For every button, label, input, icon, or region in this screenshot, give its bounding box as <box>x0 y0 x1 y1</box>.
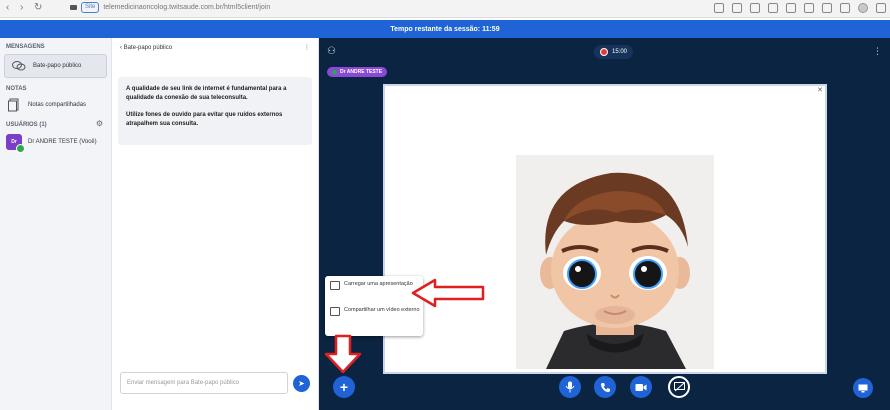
extension-icon[interactable] <box>840 3 850 13</box>
video-icon <box>330 307 340 316</box>
avatar-initials: Dr <box>11 139 17 145</box>
sidebar: MENSAGENS Bate-papo público NOTAS Notas … <box>0 38 112 410</box>
presenter-tag: Dr ANDRE TESTE <box>327 67 388 77</box>
chat-info-line: A qualidade de seu link de internet é fu… <box>126 86 287 101</box>
chat-title: Bate-papo público <box>123 44 173 51</box>
extension-icon[interactable] <box>750 3 760 13</box>
microphone-button[interactable] <box>559 376 581 398</box>
menu-item-share-video[interactable]: Compartilhar um vídeo externo <box>330 306 420 316</box>
sidebar-item-shared-notes[interactable]: Notas compartilhadas <box>0 94 111 116</box>
actions-menu: Carregar uma apresentação Compartilhar u… <box>325 276 423 336</box>
monitor-icon <box>858 384 868 392</box>
send-icon: ➤ <box>298 379 305 388</box>
extension-icon[interactable] <box>786 3 796 13</box>
chat-message-input[interactable]: Enviar mensagem para Bate-papo público <box>120 372 288 394</box>
address-bar[interactable]: Site telemedicinaoncolog.twitsaude.com.b… <box>70 2 270 13</box>
extension-icon[interactable] <box>768 3 778 13</box>
presence-indicator <box>332 69 337 75</box>
screen-share-button[interactable] <box>668 376 690 398</box>
record-icon <box>600 48 608 56</box>
notes-section-title: NOTAS <box>6 86 27 92</box>
cartoon-avatar-image <box>516 155 714 369</box>
screen-share-off-icon <box>673 382 685 392</box>
extension-icon[interactable] <box>732 3 742 13</box>
gear-icon[interactable]: ⚙ <box>96 119 103 128</box>
chat-header: ‹ Bate-papo público ⋮ <box>112 38 318 57</box>
back-icon[interactable]: ‹ <box>6 2 9 13</box>
url-text[interactable]: telemedicinaoncolog.twitsaude.com.br/htm… <box>103 4 270 11</box>
users-section-header: USUÁRIOS (1) ⚙ <box>0 116 111 130</box>
messages-section-title: MENSAGENS <box>6 44 45 50</box>
sidebar-item-label: Bate-papo público <box>33 63 82 69</box>
close-icon[interactable]: ✕ <box>817 86 823 94</box>
presentation-stage: ✕ <box>383 84 827 374</box>
recording-timer[interactable]: 15:00 <box>594 45 634 59</box>
presenter-name: Dr ANDRE TESTE <box>340 69 383 75</box>
session-timer-banner: Tempo restante da sessão: 11:59 <box>0 20 890 38</box>
browser-toolbar: ‹ › ↻ Site telemedicinaoncolog.twitsaude… <box>0 0 890 18</box>
chat-welcome-message: A qualidade de seu link de internet é fu… <box>118 77 312 145</box>
sidebar-item-public-chat[interactable]: Bate-papo público <box>4 54 107 78</box>
phone-button[interactable] <box>594 376 616 398</box>
actions-plus-button[interactable]: + <box>333 376 355 398</box>
menu-item-label: Carregar uma apresentação <box>344 281 413 287</box>
microphone-icon <box>565 381 575 393</box>
send-button[interactable]: ➤ <box>293 375 310 392</box>
avatar: Dr <box>6 134 25 153</box>
chat-info-line: Utilize fones de ouvido para evitar que … <box>126 112 283 127</box>
annotation-arrow-left <box>411 278 485 308</box>
extension-icons <box>714 3 886 13</box>
user-name: Dr ANDRE TESTE (Você) <box>28 139 97 145</box>
presence-indicator <box>16 144 25 153</box>
plus-icon: + <box>339 379 349 395</box>
profile-icon[interactable] <box>858 3 868 13</box>
video-camera-icon <box>635 383 647 391</box>
chat-bubbles-icon <box>11 59 27 73</box>
phone-icon <box>600 382 610 392</box>
extension-icon[interactable] <box>804 3 814 13</box>
presentation-toggle-button[interactable] <box>853 378 873 398</box>
camera-icon <box>70 5 77 10</box>
menu-item-upload-presentation[interactable]: Carregar uma apresentação <box>330 280 420 290</box>
chevron-left-icon: ‹ <box>120 44 122 51</box>
extension-icon[interactable] <box>822 3 832 13</box>
presentation-icon <box>330 281 340 290</box>
more-options-icon[interactable]: ⋮ <box>873 46 882 57</box>
users-toggle-icon[interactable]: ⚇ <box>327 46 336 57</box>
chat-options-icon[interactable]: ⋮ <box>304 44 310 51</box>
meeting-area: ⚇ 15:00 ⋮ Dr ANDRE TESTE ✕ Carregar uma … <box>319 38 890 410</box>
extension-icon[interactable] <box>714 3 724 13</box>
menu-item-label: Compartilhar um vídeo externo <box>344 307 420 313</box>
annotation-arrow-down <box>324 334 362 374</box>
secure-badge: Site <box>81 2 100 13</box>
chat-panel: ‹ Bate-papo público ⋮ A qualidade de seu… <box>112 38 319 410</box>
forward-icon[interactable]: › <box>20 2 23 13</box>
timer-text: 15:00 <box>612 49 628 55</box>
notes-icon <box>6 98 22 112</box>
chat-back-button[interactable]: ‹ Bate-papo público <box>120 45 172 51</box>
sidebar-item-label: Notas compartilhadas <box>28 102 87 108</box>
reload-icon[interactable]: ↻ <box>34 2 42 13</box>
user-list-item[interactable]: Dr Dr ANDRE TESTE (Você) <box>0 130 111 154</box>
users-section-title: USUÁRIOS (1) <box>6 122 47 128</box>
menu-icon[interactable] <box>876 3 886 13</box>
camera-button[interactable] <box>630 376 652 398</box>
